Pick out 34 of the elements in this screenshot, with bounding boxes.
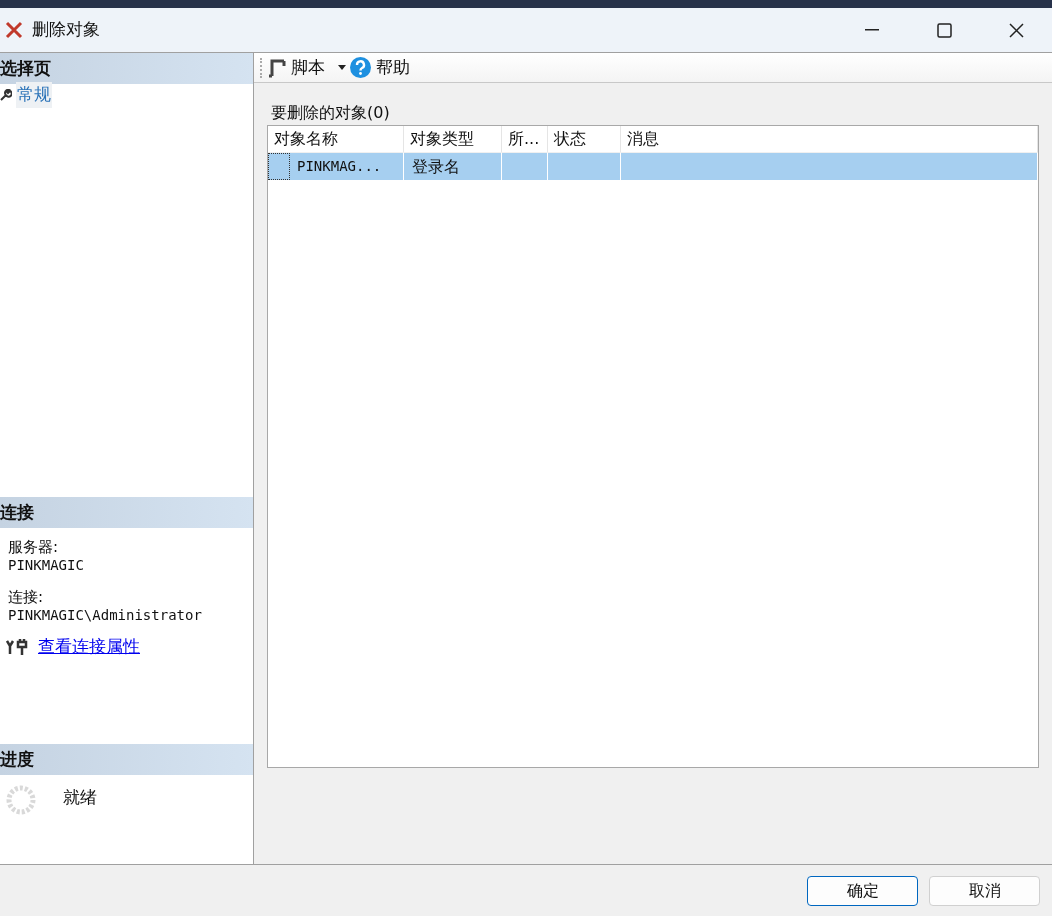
table-cell-text: PINKMAG... <box>297 157 382 176</box>
section-header: 选择页 <box>0 53 253 84</box>
table-cell-text: 登录名 <box>411 155 460 178</box>
section-header: 连接 <box>0 497 253 528</box>
server-name: PINKMAGIC <box>8 556 85 574</box>
connection-properties-link[interactable]: 查看连接属性 <box>38 634 140 660</box>
spinner-icon <box>6 785 36 815</box>
progress-status: 就绪 <box>63 786 97 809</box>
script-icon <box>268 57 286 78</box>
column-header[interactable]: 所... <box>502 126 548 152</box>
minimize-icon <box>865 29 879 31</box>
column-header[interactable]: 对象名称 <box>268 126 404 152</box>
close-icon <box>1008 22 1024 38</box>
server-label: 服务器: <box>8 538 60 556</box>
maximize-icon <box>936 22 952 38</box>
section-header: 进度 <box>0 744 253 775</box>
objects-label: 要删除的对象(0) <box>271 102 391 124</box>
column-header[interactable]: 对象类型 <box>404 126 502 152</box>
close-x-icon <box>5 21 23 39</box>
connection-user: PINKMAGIC\Administrator <box>8 606 203 624</box>
dropdown-caret-icon[interactable] <box>338 65 346 70</box>
dialog-button[interactable]: 确定 <box>807 875 918 906</box>
window-title: 删除对象 <box>32 18 100 42</box>
plug-icon <box>6 639 28 655</box>
column-header[interactable]: 消息 <box>621 126 1038 152</box>
column-header[interactable]: 状态 <box>548 126 621 152</box>
script-button[interactable]: 脚本 <box>268 54 325 81</box>
dialog-button[interactable]: 取消 <box>929 875 1040 906</box>
help-button[interactable]: 帮助 <box>350 54 410 81</box>
row-header-cell[interactable] <box>268 153 290 180</box>
help-icon <box>350 57 371 78</box>
connection-label: 连接: <box>8 588 45 606</box>
page-item[interactable]: 常规 <box>0 84 253 106</box>
table-row[interactable]: PINKMAG... 登录名 <box>268 153 1038 180</box>
